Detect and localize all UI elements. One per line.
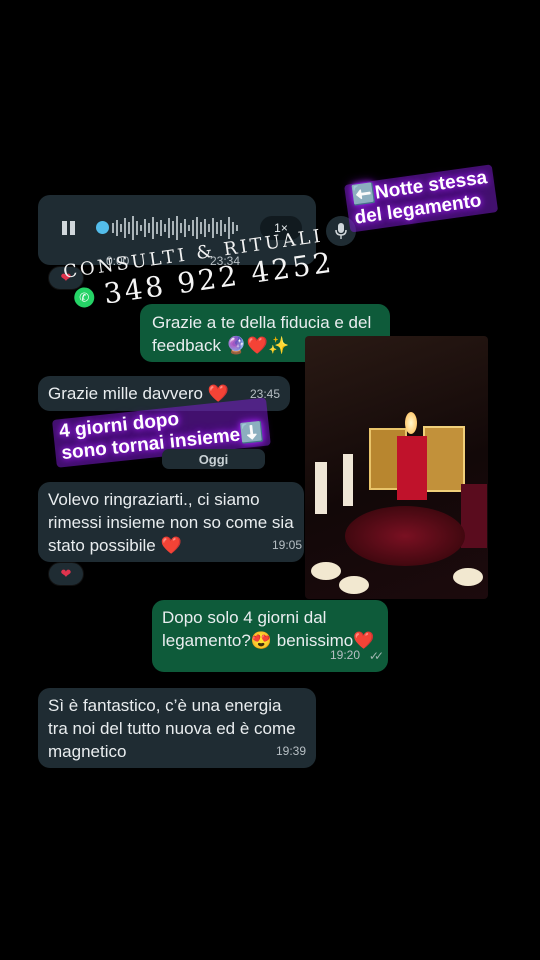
message-text-line: tra noi del tutto nuova ed è come (48, 719, 296, 738)
sticker-notte-stessa: ⬅️Notte stessa del legamento (344, 164, 498, 233)
tealight (453, 568, 483, 586)
red-candle (397, 436, 427, 500)
message-text-line: rimessi insieme non so come sia (48, 513, 294, 532)
date-chip: Oggi (162, 449, 265, 469)
whatsapp-icon: ✆ (72, 285, 96, 309)
tarot-card-right (423, 426, 465, 492)
message-text-line: Sì è fantastico, c’è una energia (48, 696, 282, 715)
message-time: 19:05 (271, 538, 302, 552)
heart-reaction: ❤ (60, 566, 72, 581)
message-outgoing-2: Dopo solo 4 giorni dal legamento?😍 benis… (152, 600, 388, 672)
message-text-line: Grazie a te della fiducia e del (152, 313, 372, 332)
date-label: Oggi (198, 451, 229, 467)
pause-icon (62, 221, 67, 235)
message-reaction[interactable]: ❤ (48, 562, 84, 586)
white-candle (343, 454, 353, 506)
message-incoming-3: Sì è fantastico, c’è una energia tra noi… (38, 688, 316, 768)
candle-flame (405, 412, 417, 434)
message-text-line: Volevo ringraziarti., ci siamo (48, 490, 260, 509)
message-time: 19:39 (275, 744, 306, 758)
message-text-line: stato possibile ❤️ (48, 536, 182, 555)
white-candle (315, 462, 327, 514)
message-incoming-2: Volevo ringraziarti., ci siamo rimessi i… (38, 482, 304, 562)
microphone-icon (335, 223, 347, 239)
message-time: 19:20 (329, 648, 360, 662)
rose-petals (345, 506, 465, 566)
message-text-line: magnetico (48, 742, 127, 761)
message-text-line: Dopo solo 4 giorni dal (162, 608, 327, 627)
double-check-icon: ✓✓ (368, 649, 384, 663)
message-text: Grazie mille davvero ❤️ (48, 384, 229, 403)
pause-button[interactable] (60, 219, 78, 237)
wine-candle (461, 484, 487, 548)
tealight (311, 562, 341, 580)
ritual-photo (305, 336, 488, 599)
tealight (339, 576, 369, 594)
